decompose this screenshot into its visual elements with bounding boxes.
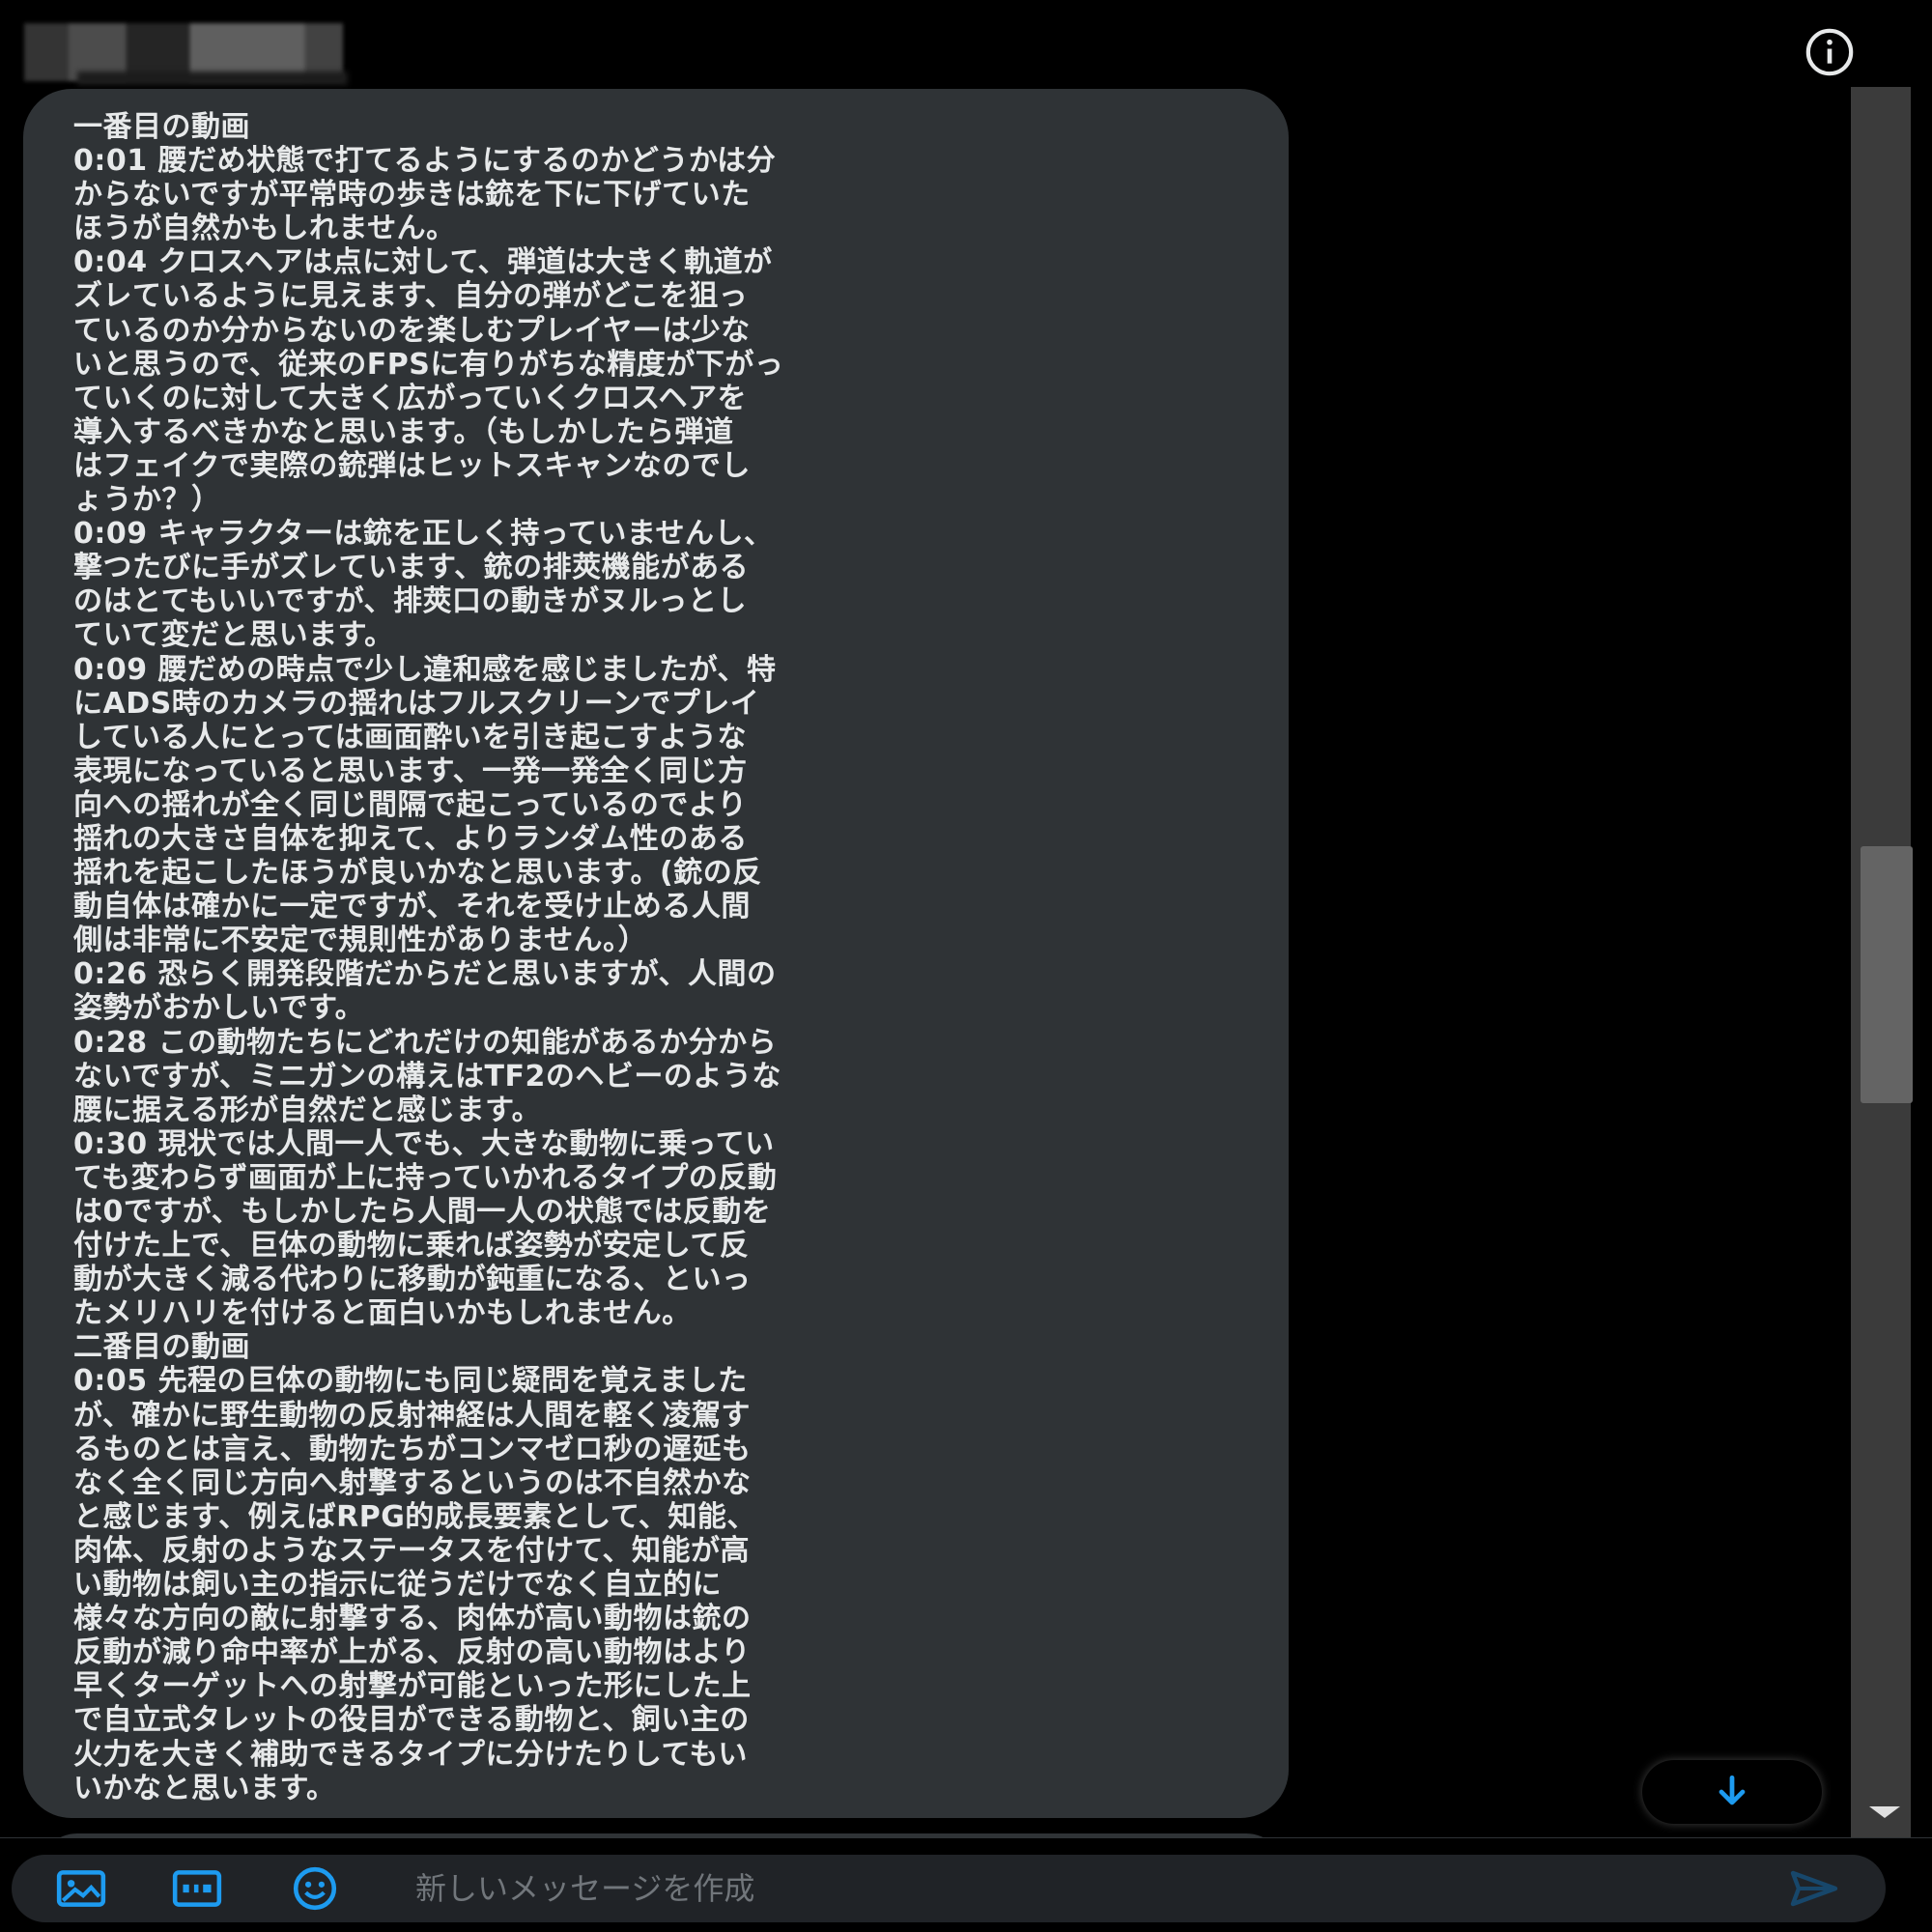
message-line: 動が大きく減る代わりに移動が鈍重になる、といっ	[73, 1263, 752, 1297]
image-button[interactable]	[52, 1862, 110, 1915]
message-line: はフェイクで実際の銃弾はヒットスキャンなのでし	[73, 448, 751, 483]
send-icon	[1790, 1870, 1838, 1907]
arrow-down-icon	[1719, 1775, 1746, 1805]
message-line: 向への揺れが全く同じ間隔で起こっているのでより	[73, 787, 748, 822]
emoji-button[interactable]	[286, 1862, 344, 1915]
message-line: ていくのに対して大きく広がっていくクロスヘアを	[73, 381, 747, 415]
message-line: ズレているように見えます、自分の弾がどこを狙っ	[73, 279, 749, 314]
message-line: 火力を大きく補助できるタイプに分けたりしてもい	[73, 1737, 748, 1772]
message-line: ょうか？）	[73, 483, 221, 518]
message-line: 反動が減り命中率が上がる、反射の高い動物はより	[73, 1635, 751, 1670]
scrollbar-thumb[interactable]	[1861, 846, 1913, 1103]
message-line: 導入するべきかなと思います。（もしかしたら弾道	[73, 414, 734, 449]
message-line: 動自体は確かに一定ですが、それを受け止める人間	[73, 890, 751, 924]
jump-to-latest-button[interactable]	[1642, 1760, 1822, 1824]
conversation-header	[0, 0, 1932, 87]
message-line: 0:26 恐らく開発段階だからだと思いますが、人間の	[73, 957, 777, 992]
message-line: いと思うので、従来のFPSに有りがちな精度が下がっ	[73, 347, 784, 382]
blurred-recipient-handle	[77, 71, 348, 85]
message-text: 一番目の動画 0:01 腰だめ状態で打てるようにするのかどうかは分 からないですが平…	[73, 110, 1240, 1805]
message-line: ても変わらず画面が上に持っていかれるタイプの反動	[73, 1160, 778, 1195]
info-circle-icon	[1805, 28, 1854, 76]
message-line: ているのか分からないのを楽しむプレイヤーは少な	[73, 313, 751, 348]
message-line: している人にとっては画面酔いを引き起こすような	[73, 720, 747, 754]
message-line: ていて変だと思います。	[73, 618, 394, 653]
message-line: が、確かに野生動物の反射神経は人間を軽く凌駕す	[73, 1398, 751, 1433]
message-line: ほうが自然かもしれません。	[73, 212, 456, 246]
scrollbar-down-arrow[interactable]	[1869, 1806, 1900, 1818]
message-line: にADS時のカメラの揺れはフルスクリーンでプレイ	[73, 686, 760, 721]
message-line: と感じます、例えばRPG的成長要素として、知能、	[73, 1499, 756, 1534]
emoji-icon	[293, 1866, 337, 1911]
message-line: い動物は飼い主の指示に従うだけでなく自立的に	[73, 1568, 722, 1603]
message-line: 様々な方向の敵に射撃する、肉体が高い動物は銃の	[73, 1602, 752, 1636]
message-line: 0:01 腰だめ状態で打てるようにするのかどうかは分	[73, 144, 777, 179]
message-list[interactable]: 一番目の動画 0:01 腰だめ状態で打てるようにするのかどうかは分 からないですが平…	[0, 87, 1849, 1837]
message-line: 0:30 現状では人間一人でも、大きな動物に乗ってい	[73, 1126, 775, 1161]
message-line: 姿勢がおかしいです。	[73, 991, 365, 1026]
message-line: ないですが、ミニガンの構えはTF2のヘビーのような	[73, 1059, 781, 1094]
message-input[interactable]	[415, 1862, 1748, 1915]
message-line: 早くターゲットへの射撃が可能といった形にした上	[73, 1669, 752, 1704]
message-line: 0:09 キャラクターは銃を正しく持っていませんし、	[73, 517, 774, 552]
gif-icon	[172, 1870, 222, 1907]
message-line: 一番目の動画	[73, 110, 250, 144]
dm-conversation-window: 一番目の動画 0:01 腰だめ状態で打てるようにするのかどうかは分 からないですが平…	[0, 0, 1932, 1932]
message-line: 二番目の動画	[73, 1330, 250, 1365]
conversation-info-button[interactable]	[1799, 21, 1861, 83]
message-line: 表現になっていると思います、一発一発全く同じ方	[73, 753, 748, 788]
message-line: からないですが平常時の歩きは銃を下に下げていた	[73, 178, 751, 213]
message-line: 0:28 この動物たちにどれだけの知能があるか分から	[73, 1025, 778, 1060]
message-line: 0:05 先程の巨体の動物にも同じ疑問を覚えました	[73, 1364, 748, 1399]
message-line: 揺れの大きさ自体を抑えて、よりランダム性のある	[73, 821, 748, 856]
message-line: 揺れを起こしたほうが良いかなと思います。(銃の反	[73, 856, 762, 891]
message-line: で自立式タレットの役目ができる動物と、飼い主の	[73, 1703, 750, 1738]
message-line: のはとてもいいですが、排莢口の動きがヌルっとし	[73, 584, 747, 619]
message-line: は0ですが、もしかしたら人間一人の状態では反動を	[73, 1195, 772, 1229]
message-line: 付けた上で、巨体の動物に乗れば姿勢が安定して反	[73, 1229, 750, 1264]
message-line: 腰に据える形が自然だと感じます。	[73, 1093, 542, 1127]
message-line: いかなと思います。	[73, 1771, 336, 1805]
message-line: 0:04 クロスヘアは点に対して、弾道は大きく軌道が	[73, 245, 773, 280]
message-line: 撃つたびに手がズレています、銃の排莢機能がある	[73, 551, 750, 585]
message-line: 側は非常に不安定で規則性がありません。）	[73, 923, 648, 958]
message-line: 肉体、反射のようなステータスを付けて、知能が高	[73, 1533, 750, 1568]
send-button[interactable]	[1783, 1861, 1845, 1917]
message-bubble: 一番目の動画 0:01 腰だめ状態で打てるようにするのかどうかは分 からないですが平…	[23, 89, 1289, 1818]
image-icon	[56, 1870, 106, 1907]
gif-button[interactable]	[168, 1862, 226, 1915]
message-line: なく全く同じ方向へ射撃するというのは不自然かな	[73, 1465, 752, 1500]
message-line: るものとは言え、動物たちがコンマゼロ秒の遅延も	[73, 1432, 752, 1466]
message-line: 0:09 腰だめの時点で少し違和感を感じましたが、特	[73, 652, 777, 687]
message-line: たメリハリを付けると面白いかもしれません。	[73, 1296, 692, 1331]
